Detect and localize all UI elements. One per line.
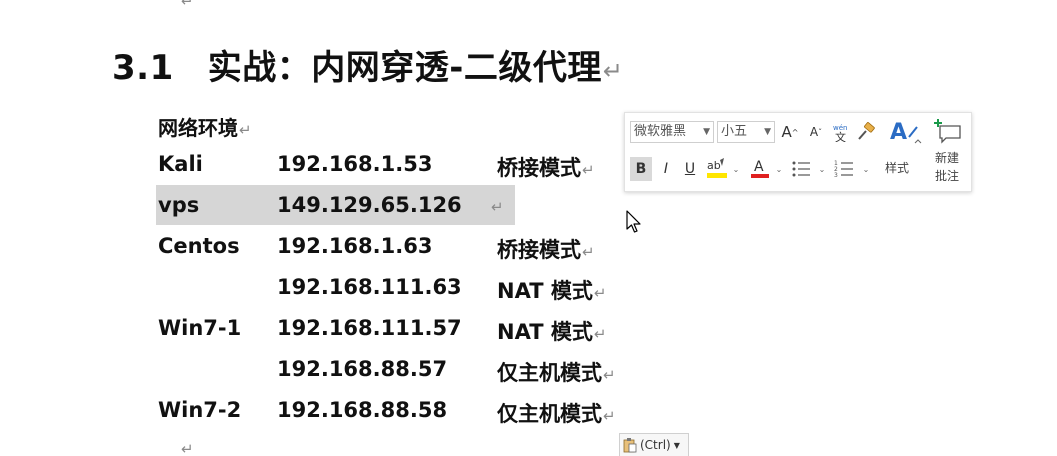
network-row-selected[interactable]: vps 149.129.65.126 ↵	[156, 185, 628, 225]
network-mode: ↵	[491, 198, 504, 216]
host-name: vps	[158, 193, 200, 217]
paragraph-mark: ↵	[239, 121, 252, 139]
new-comment-icon[interactable]	[933, 117, 963, 145]
ip-address: 192.168.1.53	[277, 152, 433, 176]
ip-address: 192.168.88.58	[277, 398, 448, 422]
section-label-text: 网络环境	[158, 116, 238, 140]
chevron-down-icon[interactable]: ⌄	[731, 163, 741, 175]
font-name-value: 微软雅黑	[634, 124, 687, 139]
heading-title: 实战：内网穿透-二级代理	[207, 48, 602, 88]
underline-button[interactable]: U	[681, 157, 699, 181]
caret-down-icon: ˇ	[818, 127, 823, 137]
ip-address: 192.168.111.63	[277, 275, 462, 299]
paragraph-mark: ↵	[181, 0, 194, 10]
host-name: Centos	[158, 234, 240, 258]
section-heading: 3.1 实战：内网穿透-二级代理↵	[112, 40, 623, 89]
network-row: 192.168.111.63 NAT 模式↵	[158, 267, 628, 307]
bold-button[interactable]: B	[630, 157, 652, 181]
chevron-down-icon[interactable]: ⌄	[774, 163, 784, 175]
ip-address: 192.168.88.57	[277, 357, 448, 381]
network-mode: 桥接模式↵	[497, 156, 595, 180]
chevron-down-icon: ▼	[673, 440, 680, 450]
styles-label[interactable]: 样式	[885, 159, 909, 176]
caret-up-icon: ^	[791, 127, 799, 137]
network-mode: NAT 模式↵	[497, 320, 607, 344]
host-name: Win7-1	[158, 316, 242, 340]
paste-options-button[interactable]: (Ctrl) ▼	[619, 433, 689, 456]
network-row: Win7-2 192.168.88.58 仅主机模式↵	[158, 390, 628, 430]
svg-text:3: 3	[834, 172, 838, 179]
mouse-pointer-icon	[626, 210, 641, 233]
numbered-list-icon[interactable]: 1 2 3	[833, 157, 855, 181]
svg-text:A: A	[890, 120, 907, 145]
font-name-dropdown[interactable]: 微软雅黑 ▼	[630, 121, 714, 143]
network-row: Kali 192.168.1.53 桥接模式↵	[158, 144, 628, 184]
svg-text:ab: ab	[707, 159, 721, 172]
paste-options-label: (Ctrl)	[640, 438, 671, 452]
host-name: Win7-2	[158, 398, 242, 422]
chevron-down-icon[interactable]: ⌄	[861, 163, 871, 175]
svg-text:文: 文	[835, 130, 846, 142]
new-comment-label[interactable]: 新建 批注	[931, 149, 963, 185]
network-row: Centos 192.168.1.63 桥接模式↵	[158, 226, 628, 266]
chevron-down-icon: ▼	[764, 127, 771, 137]
paragraph-mark: ↵	[181, 440, 194, 456]
ip-address: 192.168.111.57	[277, 316, 462, 340]
svg-text:A: A	[754, 159, 764, 175]
network-mode: 桥接模式↵	[497, 238, 595, 262]
grow-font-button[interactable]: A ^	[781, 121, 799, 143]
chevron-down-icon: ▼	[703, 127, 710, 137]
network-mode: 仅主机模式↵	[497, 402, 616, 426]
shrink-font-button[interactable]: Aˇ	[807, 121, 825, 143]
italic-button[interactable]: I	[657, 157, 675, 181]
chevron-down-icon[interactable]: ⌄	[817, 163, 827, 175]
format-painter-icon[interactable]	[855, 120, 877, 144]
network-row: Win7-1 192.168.111.57 NAT 模式↵	[158, 308, 628, 348]
network-row: 192.168.88.57 仅主机模式↵	[158, 349, 628, 389]
font-size-value: 小五	[721, 124, 748, 139]
font-color-icon[interactable]: A	[749, 155, 771, 181]
heading-number: 3.1	[112, 48, 174, 88]
ip-address: 192.168.1.63	[277, 234, 433, 258]
host-name: Kali	[158, 152, 203, 176]
clipboard-icon	[623, 438, 637, 453]
network-mode: NAT 模式↵	[497, 279, 607, 303]
font-size-dropdown[interactable]: 小五 ▼	[717, 121, 775, 143]
text-highlight-icon[interactable]: ab	[705, 155, 729, 181]
ip-address: 149.129.65.126	[277, 193, 462, 217]
phonetic-guide-icon[interactable]: wén 文	[831, 120, 851, 144]
styles-gallery-icon[interactable]: A	[889, 117, 923, 147]
network-environment-label: 网络环境↵	[158, 112, 252, 141]
paragraph-mark: ↵	[602, 57, 624, 85]
mini-formatting-toolbar: 微软雅黑 ▼ 小五 ▼ A ^ Aˇ wén 文 A B I U ab ⌄ A …	[624, 112, 972, 192]
network-mode: 仅主机模式↵	[497, 361, 616, 385]
bullet-list-icon[interactable]	[790, 157, 812, 181]
